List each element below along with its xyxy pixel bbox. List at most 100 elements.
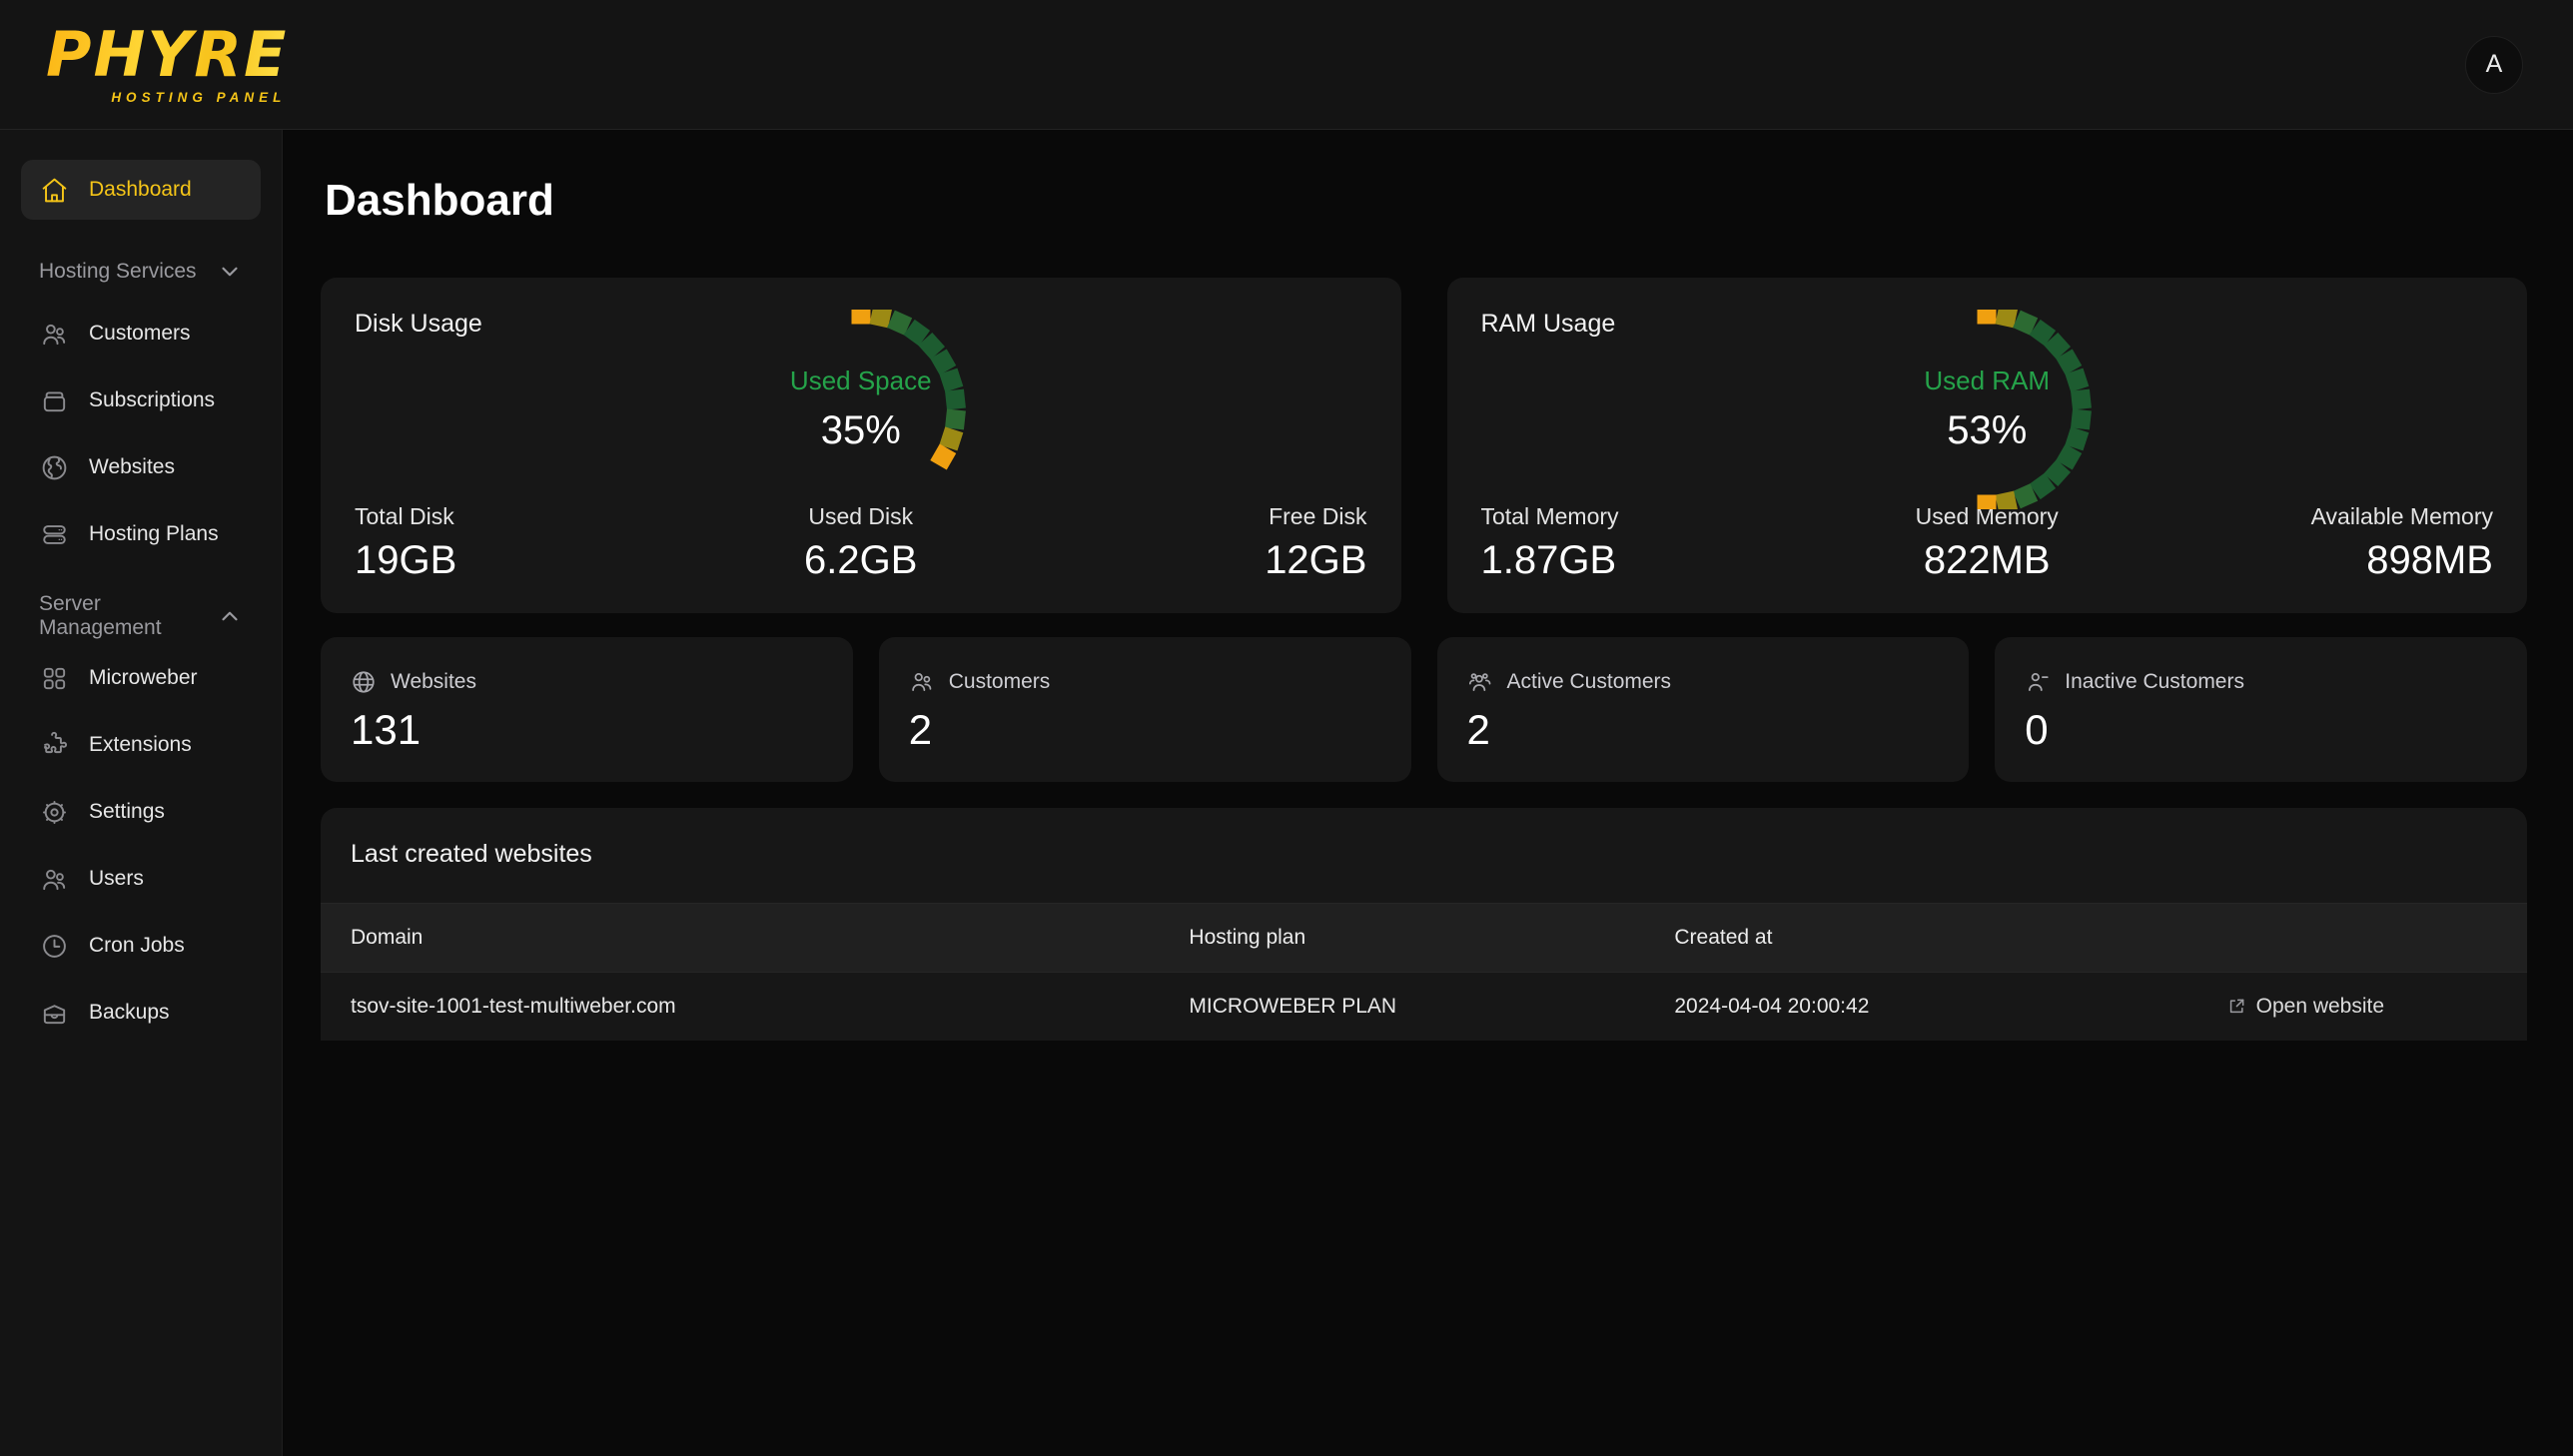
sidebar-section-hosting-services[interactable]: Hosting Services — [21, 244, 261, 300]
stat-value: 19GB — [355, 538, 457, 582]
stat-head: Customers — [909, 669, 1381, 695]
globe-icon — [39, 452, 69, 482]
ram-gauge-percent: 53% — [1947, 408, 2028, 452]
ram-stat-used: Used Memory 822MB — [1818, 503, 2155, 583]
sidebar-item-users[interactable]: Users — [21, 849, 261, 909]
stat-card-customers[interactable]: Customers 2 — [878, 637, 1411, 782]
sidebar-item-label: Cron Jobs — [89, 934, 185, 957]
sidebar-item-subscriptions[interactable]: Subscriptions — [21, 370, 261, 430]
disk-gauge-label: Used Space — [789, 365, 932, 395]
sidebar-item-microweber[interactable]: Microweber — [21, 648, 261, 708]
stat-card-websites[interactable]: Websites 131 — [321, 637, 853, 782]
puzzle-icon — [39, 730, 69, 760]
cell-action: Open website — [2196, 973, 2527, 1042]
clock-icon — [39, 931, 69, 961]
stat-label: Total Disk — [355, 503, 454, 529]
stat-head: Websites — [351, 669, 823, 695]
main-content: Dashboard Disk Usage Used Space 35% Tota… — [283, 130, 2573, 1456]
sidebar-item-hosting-plans[interactable]: Hosting Plans — [21, 504, 261, 564]
stat-value: 1.87GB — [1480, 538, 1617, 582]
table-body: tsov-site-1001-test-multiweber.com MICRO… — [321, 973, 2527, 1042]
stat-value: 6.2GB — [804, 538, 918, 582]
stat-cards-row: Websites 131 Customers 2 Active Customer… — [321, 637, 2527, 782]
sidebar-list-server-management: Microweber Extensions Settings Users Cro… — [21, 648, 261, 1043]
sidebar-item-backups[interactable]: Backups — [21, 983, 261, 1043]
open-website-link[interactable]: Open website — [2226, 995, 2497, 1019]
box-icon — [39, 385, 69, 415]
sidebar-item-label: Dashboard — [89, 178, 192, 201]
users-icon — [39, 319, 69, 349]
table-title: Last created websites — [351, 840, 592, 868]
sidebar-list-hosting-services: Customers Subscriptions Websites Hosting… — [21, 304, 261, 564]
column-header-domain[interactable]: Domain — [321, 903, 1160, 973]
websites-table: Domain Hosting plan Created at tsov-site… — [321, 903, 2527, 1041]
disk-gauge-percent: 35% — [820, 408, 901, 452]
disk-gauge: Used Space 35% — [321, 310, 1401, 505]
sidebar-item-websites[interactable]: Websites — [21, 437, 261, 497]
sidebar: Dashboard Hosting Services Customers Sub… — [0, 130, 283, 1456]
usage-cards-row: Disk Usage Used Space 35% Total Disk 19G… — [321, 278, 2527, 613]
stat-value: 131 — [351, 705, 422, 753]
app-root: PHYRE HOSTING PANEL A Dashboard Hosting … — [0, 0, 2573, 1456]
stat-card-inactive-customers[interactable]: Inactive Customers 0 — [1995, 637, 2527, 782]
sidebar-item-extensions[interactable]: Extensions — [21, 715, 261, 775]
stat-label: Active Customers — [1506, 669, 1672, 693]
sidebar-item-label: Settings — [89, 800, 165, 823]
brand-name: PHYRE — [46, 18, 289, 91]
stat-card-active-customers[interactable]: Active Customers 2 — [1436, 637, 1970, 782]
sidebar-item-label: Hosting Plans — [89, 522, 219, 545]
column-header-hosting-plan[interactable]: Hosting plan — [1159, 903, 1645, 973]
stat-value: 822MB — [1923, 538, 2051, 582]
sidebar-section-server-management[interactable]: Server Management — [21, 588, 261, 644]
stat-value: 2 — [908, 705, 933, 753]
globe-icon — [351, 669, 377, 695]
stat-label: Available Memory — [2310, 503, 2493, 529]
stat-head: Active Customers — [1467, 669, 1940, 695]
home-icon — [39, 175, 69, 205]
sidebar-item-label: Extensions — [89, 733, 192, 756]
stat-value: 12GB — [1265, 538, 1367, 582]
brand-logo[interactable]: PHYRE HOSTING PANEL — [46, 18, 289, 106]
stat-head: Inactive Customers — [2025, 669, 2497, 695]
page-title: Dashboard — [325, 176, 554, 225]
sidebar-item-label: Customers — [89, 322, 191, 345]
column-header-actions — [2195, 903, 2527, 973]
sidebar-item-dashboard[interactable]: Dashboard — [21, 160, 261, 220]
grid-icon — [39, 663, 69, 693]
stat-label: Free Disk — [1269, 503, 1367, 529]
stat-label: Websites — [391, 669, 476, 693]
chevron-down-icon — [217, 259, 243, 285]
cell-created-at: 2024-04-04 20:00:42 — [1674, 995, 1870, 1018]
sidebar-section-label: Server Management — [39, 592, 162, 639]
server-icon — [39, 519, 69, 549]
ram-gauge: Used RAM 53% — [1447, 310, 2528, 509]
body-split: Dashboard Hosting Services Customers Sub… — [0, 130, 2573, 1456]
ram-gauge-label: Used RAM — [1924, 365, 2051, 395]
top-bar: PHYRE HOSTING PANEL A — [0, 0, 2573, 130]
disk-usage-card: Disk Usage Used Space 35% Total Disk 19G… — [321, 278, 1401, 613]
sidebar-item-customers[interactable]: Customers — [21, 304, 261, 364]
last-created-websites-card: Last created websites Domain Hosting pla… — [321, 808, 2527, 1041]
brand-tagline: HOSTING PANEL — [111, 90, 287, 105]
users-icon — [39, 864, 69, 894]
table-row[interactable]: tsov-site-1001-test-multiweber.com MICRO… — [321, 973, 2527, 1042]
sidebar-item-label: Subscriptions — [89, 388, 216, 411]
users-group-icon — [1467, 669, 1493, 695]
sidebar-section-label: Hosting Services — [39, 260, 197, 283]
cell-domain: tsov-site-1001-test-multiweber.com — [351, 995, 676, 1018]
archive-icon — [39, 998, 69, 1028]
external-link-icon — [2229, 999, 2244, 1014]
sidebar-item-cron-jobs[interactable]: Cron Jobs — [21, 916, 261, 976]
stat-label: Total Memory — [1480, 503, 1619, 529]
gear-icon — [39, 797, 69, 827]
disk-stats: Total Disk 19GB Used Disk 6.2GB Free Dis… — [355, 503, 1367, 583]
sidebar-item-settings[interactable]: Settings — [21, 782, 261, 842]
stat-value: 0 — [2025, 705, 2049, 753]
sidebar-item-label: Microweber — [89, 666, 198, 689]
disk-stat-free: Free Disk 12GB — [1030, 503, 1367, 583]
open-website-label: Open website — [2255, 995, 2385, 1018]
sidebar-item-label: Backups — [89, 1001, 170, 1024]
stat-label: Customers — [948, 669, 1051, 693]
column-header-created-at[interactable]: Created at — [1644, 903, 2196, 973]
avatar[interactable]: A — [2465, 35, 2523, 94]
